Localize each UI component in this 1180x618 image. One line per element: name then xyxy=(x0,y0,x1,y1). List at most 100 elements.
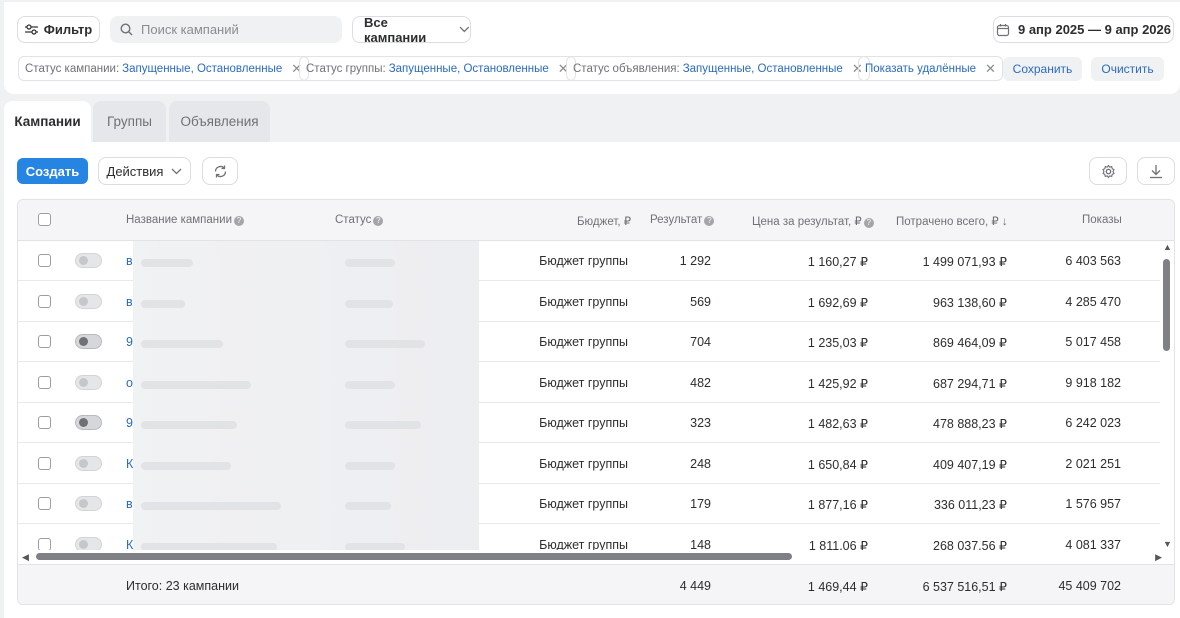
tab-groups[interactable]: Группы xyxy=(93,101,166,142)
help-icon[interactable]: ? xyxy=(863,218,874,228)
campaign-name-link[interactable]: в xyxy=(126,295,133,309)
shows-cell: 5 017 458 xyxy=(1065,335,1121,349)
scroll-up-icon[interactable]: ▲ xyxy=(1163,242,1172,252)
column-header-name[interactable]: Название кампании? xyxy=(126,214,244,226)
table-settings-button[interactable] xyxy=(1089,157,1127,185)
search-input[interactable] xyxy=(141,22,331,37)
filter-panel: Фильтр Все кампании 9 апр 2025 — 9 апр 2… xyxy=(4,2,1180,94)
price-cell: 1 160,27 ₽ xyxy=(807,255,868,269)
gear-icon xyxy=(1101,164,1115,178)
column-header-spent[interactable]: Потрачено всего, ₽ ↓ xyxy=(896,214,1008,228)
column-header-status[interactable]: Статус? xyxy=(335,214,384,226)
actions-label: Действия xyxy=(106,163,164,179)
campaign-toggle[interactable] xyxy=(75,334,102,349)
campaigns-table: Название кампании? Статус? Бюджет, ₽ Рез… xyxy=(17,199,1175,605)
tab-campaigns[interactable]: Кампании xyxy=(4,101,91,142)
column-header-shows[interactable]: Показы xyxy=(1082,214,1122,226)
help-icon[interactable]: ? xyxy=(234,216,244,226)
campaign-select-value: Все кампании xyxy=(364,14,427,45)
column-header-price[interactable]: Цена за результат, ₽? xyxy=(752,214,874,228)
help-icon[interactable]: ? xyxy=(373,216,384,226)
chip-value: Показать удалённые xyxy=(865,62,977,75)
totals-shows: 45 409 702 xyxy=(1058,579,1121,593)
chip-show-deleted[interactable]: Показать удалённые ✕ xyxy=(858,56,1003,81)
row-checkbox[interactable] xyxy=(38,456,51,470)
shows-cell: 6 242 023 xyxy=(1065,416,1121,430)
scroll-down-icon[interactable]: ▼ xyxy=(1163,539,1172,549)
spent-cell: 963 138,60 ₽ xyxy=(933,295,1007,310)
budget-cell: Бюджет группы xyxy=(539,456,628,471)
shows-cell: 1 576 957 xyxy=(1065,497,1121,511)
toggle-knob xyxy=(79,499,88,508)
campaign-toggle[interactable] xyxy=(75,415,102,430)
table-header: Название кампании? Статус? Бюджет, ₽ Рез… xyxy=(18,200,1174,241)
scroll-thumb[interactable] xyxy=(36,553,792,560)
redacted-area xyxy=(133,241,479,563)
date-range-picker[interactable]: 9 апр 2025 — 9 апр 2026 xyxy=(993,16,1174,43)
toggle-knob xyxy=(79,256,88,265)
result-cell: 323 xyxy=(690,416,711,430)
chip-campaign-status[interactable]: Статус кампании: Запущенные, Остановленн… xyxy=(18,56,310,81)
campaign-name-link[interactable]: о xyxy=(126,376,133,390)
result-cell: 1 292 xyxy=(679,254,711,268)
create-button[interactable]: Создать xyxy=(17,158,88,184)
chip-value: Запущенные, Остановленные xyxy=(122,62,283,75)
budget-cell: Бюджет группы xyxy=(539,335,628,349)
filter-button[interactable]: Фильтр xyxy=(17,16,100,43)
campaign-name-link[interactable]: 9 xyxy=(126,335,133,349)
select-all-checkbox[interactable] xyxy=(38,213,51,226)
row-checkbox[interactable] xyxy=(38,335,51,348)
campaign-name-link[interactable]: 9 xyxy=(126,416,133,430)
chip-value: Запущенные, Остановленные xyxy=(682,62,843,75)
spent-cell: 687 294,71 ₽ xyxy=(933,376,1007,391)
campaign-toggle[interactable] xyxy=(75,374,102,390)
spent-cell: 409 407,19 ₽ xyxy=(933,457,1007,472)
filter-button-label: Фильтр xyxy=(43,22,93,37)
campaign-toggle[interactable] xyxy=(75,455,102,471)
vertical-scrollbar[interactable]: ▲ ▼ xyxy=(1160,241,1174,551)
column-header-result[interactable]: Результат? xyxy=(650,214,715,226)
toggle-knob xyxy=(79,418,88,427)
column-header-budget[interactable]: Бюджет, ₽ xyxy=(577,214,631,228)
horizontal-scrollbar[interactable]: ◀ ▶ xyxy=(18,550,1174,564)
row-checkbox[interactable] xyxy=(38,537,51,551)
budget-cell: Бюджет группы xyxy=(539,375,628,390)
download-button[interactable] xyxy=(1137,157,1175,185)
chip-group-status[interactable]: Статус группы: Запущенные, Остановленные… xyxy=(299,56,576,81)
tab-ads[interactable]: Объявления xyxy=(169,101,270,142)
scroll-thumb[interactable] xyxy=(1163,259,1170,351)
actions-dropdown[interactable]: Действия xyxy=(98,157,191,185)
chip-label: Статус кампании: xyxy=(25,62,120,75)
save-filter-button[interactable]: Сохранить xyxy=(1003,57,1082,81)
campaign-name-link[interactable]: в xyxy=(126,497,133,511)
search-icon xyxy=(120,23,133,36)
result-cell: 179 xyxy=(690,497,711,511)
campaign-toggle[interactable] xyxy=(75,496,102,511)
scroll-right-icon[interactable]: ▶ xyxy=(1155,552,1162,563)
row-checkbox[interactable] xyxy=(38,294,51,308)
chip-ad-status[interactable]: Статус объявления: Запущенные, Остановле… xyxy=(566,56,870,81)
campaign-select[interactable]: Все кампании xyxy=(352,14,471,45)
spent-cell: 869 464,09 ₽ xyxy=(933,336,1007,350)
scroll-left-icon[interactable]: ◀ xyxy=(22,552,29,563)
row-checkbox[interactable] xyxy=(38,254,51,267)
result-cell: 569 xyxy=(690,294,711,309)
row-checkbox[interactable] xyxy=(38,497,51,510)
toggle-knob xyxy=(79,296,88,306)
search-box[interactable] xyxy=(110,16,342,43)
toggle-knob xyxy=(79,539,88,549)
campaign-toggle[interactable] xyxy=(75,293,102,309)
chip-label: Статус группы: xyxy=(306,62,386,75)
campaigns-panel: Создать Действия Название кампании? Стат… xyxy=(4,142,1180,618)
row-checkbox[interactable] xyxy=(38,416,51,429)
price-cell: 1 650,84 ₽ xyxy=(807,457,868,472)
refresh-button[interactable] xyxy=(202,157,238,185)
row-checkbox[interactable] xyxy=(38,375,51,389)
campaign-toggle[interactable] xyxy=(75,253,102,268)
spent-cell: 1 499 071,93 ₽ xyxy=(922,255,1007,269)
close-icon[interactable]: ✕ xyxy=(985,61,996,77)
clear-filter-button[interactable]: Очистить xyxy=(1091,57,1164,81)
help-icon[interactable]: ? xyxy=(704,216,715,226)
totals-label: Итого: 23 кампании xyxy=(126,579,239,593)
campaign-name-link[interactable]: в xyxy=(126,254,133,268)
